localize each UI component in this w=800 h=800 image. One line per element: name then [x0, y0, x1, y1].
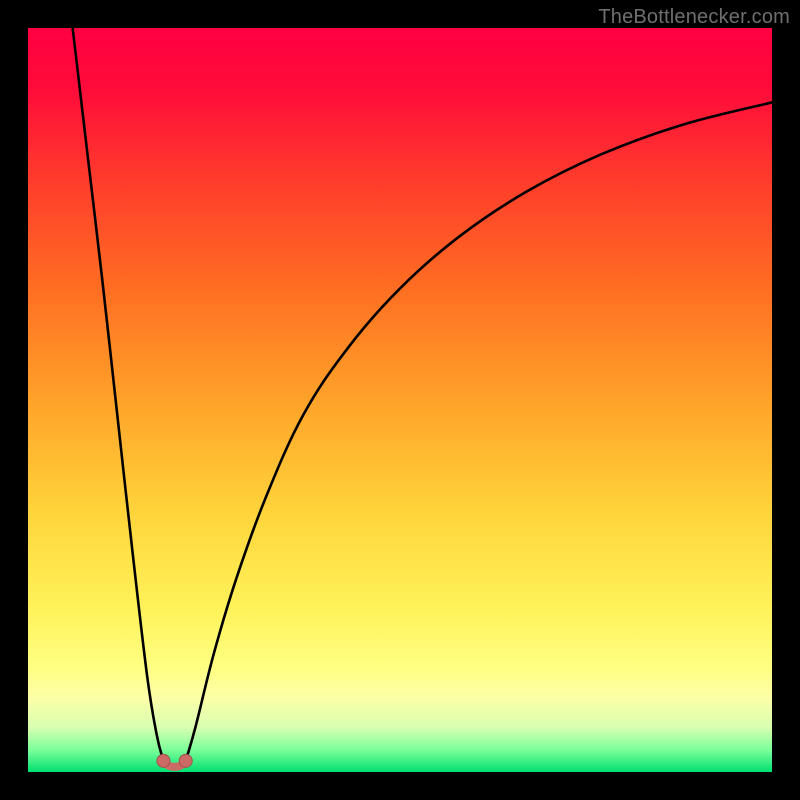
- valley-marker-0: [157, 754, 170, 767]
- attribution-text: TheBottlenecker.com: [598, 6, 790, 29]
- chart-svg: [28, 28, 772, 772]
- gradient-background: [28, 28, 772, 772]
- chart-frame: [28, 28, 772, 772]
- valley-marker-1: [179, 754, 192, 767]
